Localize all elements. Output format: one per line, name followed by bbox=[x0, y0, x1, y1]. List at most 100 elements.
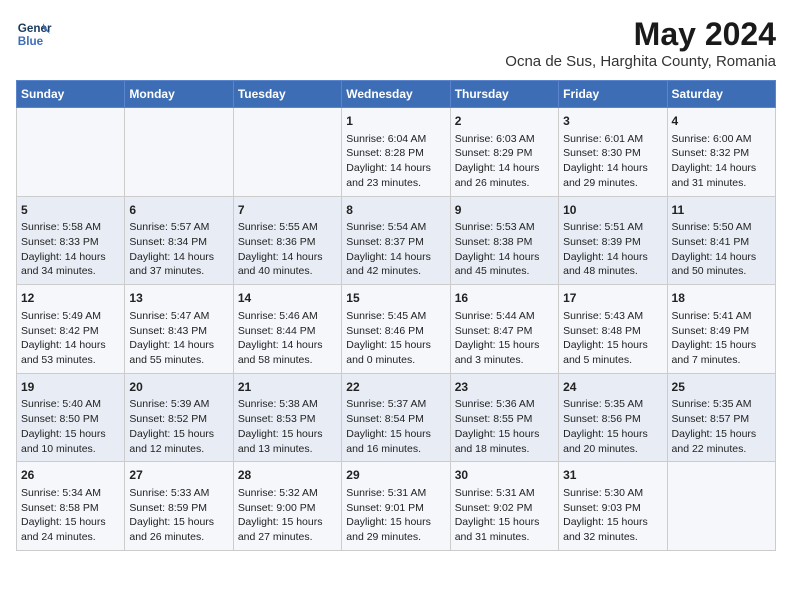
day-content: Sunrise: 5:38 AM Sunset: 8:53 PM Dayligh… bbox=[238, 397, 337, 456]
day-cell bbox=[667, 462, 775, 551]
day-content: Sunrise: 5:54 AM Sunset: 8:37 PM Dayligh… bbox=[346, 220, 445, 279]
day-number: 25 bbox=[672, 379, 771, 396]
day-cell bbox=[233, 108, 341, 197]
day-number: 20 bbox=[129, 379, 228, 396]
day-cell: 15 Sunrise: 5:45 AM Sunset: 8:46 PM Dayli… bbox=[342, 285, 450, 374]
day-cell: 14 Sunrise: 5:46 AM Sunset: 8:44 PM Dayli… bbox=[233, 285, 341, 374]
day-number: 17 bbox=[563, 290, 662, 307]
day-cell: 11Sunrise: 5:50 AM Sunset: 8:41 PM Dayli… bbox=[667, 196, 775, 285]
week-row-4: 19Sunrise: 5:40 AM Sunset: 8:50 PM Dayli… bbox=[17, 373, 776, 462]
week-row-1: 1 Sunrise: 6:04 AM Sunset: 8:28 PM Daylig… bbox=[17, 108, 776, 197]
day-content: Sunrise: 5:51 AM Sunset: 8:39 PM Dayligh… bbox=[563, 220, 662, 279]
day-number: 6 bbox=[129, 202, 228, 219]
day-number: 31 bbox=[563, 467, 662, 484]
day-cell: 20Sunrise: 5:39 AM Sunset: 8:52 PM Dayli… bbox=[125, 373, 233, 462]
day-cell: 16Sunrise: 5:44 AM Sunset: 8:47 PM Dayli… bbox=[450, 285, 558, 374]
day-number: 3 bbox=[563, 113, 662, 130]
day-number: 14 bbox=[238, 290, 337, 307]
day-number: 29 bbox=[346, 467, 445, 484]
header: General Blue May 2024 Ocna de Sus, Hargh… bbox=[16, 16, 776, 70]
day-content: Sunrise: 5:31 AM Sunset: 9:01 PM Dayligh… bbox=[346, 486, 445, 545]
day-cell: 19Sunrise: 5:40 AM Sunset: 8:50 PM Dayli… bbox=[17, 373, 125, 462]
day-number: 30 bbox=[455, 467, 554, 484]
day-number: 12 bbox=[21, 290, 120, 307]
day-cell: 21Sunrise: 5:38 AM Sunset: 8:53 PM Dayli… bbox=[233, 373, 341, 462]
day-cell: 25Sunrise: 5:35 AM Sunset: 8:57 PM Dayli… bbox=[667, 373, 775, 462]
day-cell: 30Sunrise: 5:31 AM Sunset: 9:02 PM Dayli… bbox=[450, 462, 558, 551]
day-content: Sunrise: 5:53 AM Sunset: 8:38 PM Dayligh… bbox=[455, 220, 554, 279]
day-content: Sunrise: 5:49 AM Sunset: 8:42 PM Dayligh… bbox=[21, 309, 120, 368]
day-content: Sunrise: 5:34 AM Sunset: 8:58 PM Dayligh… bbox=[21, 486, 120, 545]
day-cell: 23Sunrise: 5:36 AM Sunset: 8:55 PM Dayli… bbox=[450, 373, 558, 462]
day-number: 5 bbox=[21, 202, 120, 219]
week-row-3: 12 Sunrise: 5:49 AM Sunset: 8:42 PM Dayli… bbox=[17, 285, 776, 374]
day-content: Sunrise: 5:46 AM Sunset: 8:44 PM Dayligh… bbox=[238, 309, 337, 368]
day-cell: 2Sunrise: 6:03 AM Sunset: 8:29 PM Daylig… bbox=[450, 108, 558, 197]
day-content: Sunrise: 5:30 AM Sunset: 9:03 PM Dayligh… bbox=[563, 486, 662, 545]
day-cell: 7Sunrise: 5:55 AM Sunset: 8:36 PM Daylig… bbox=[233, 196, 341, 285]
day-cell: 12 Sunrise: 5:49 AM Sunset: 8:42 PM Dayli… bbox=[17, 285, 125, 374]
day-cell: 18Sunrise: 5:41 AM Sunset: 8:49 PM Dayli… bbox=[667, 285, 775, 374]
day-cell bbox=[17, 108, 125, 197]
day-cell: 1 Sunrise: 6:04 AM Sunset: 8:28 PM Daylig… bbox=[342, 108, 450, 197]
day-content: Sunrise: 5:41 AM Sunset: 8:49 PM Dayligh… bbox=[672, 309, 771, 368]
day-number: 26 bbox=[21, 467, 120, 484]
day-content: Sunrise: 6:00 AM Sunset: 8:32 PM Dayligh… bbox=[672, 132, 771, 191]
day-number: 27 bbox=[129, 467, 228, 484]
day-number: 7 bbox=[238, 202, 337, 219]
day-cell: 26 Sunrise: 5:34 AM Sunset: 8:58 PM Dayli… bbox=[17, 462, 125, 551]
svg-text:General: General bbox=[18, 22, 52, 35]
day-content: Sunrise: 6:03 AM Sunset: 8:29 PM Dayligh… bbox=[455, 132, 554, 191]
day-cell: 13 Sunrise: 5:47 AM Sunset: 8:43 PM Dayli… bbox=[125, 285, 233, 374]
header-row: SundayMondayTuesdayWednesdayThursdayFrid… bbox=[17, 81, 776, 108]
day-cell: 28 Sunrise: 5:32 AM Sunset: 9:00 PM Dayli… bbox=[233, 462, 341, 551]
day-header-sunday: Sunday bbox=[17, 81, 125, 108]
day-cell: 24Sunrise: 5:35 AM Sunset: 8:56 PM Dayli… bbox=[559, 373, 667, 462]
week-row-2: 5Sunrise: 5:58 AM Sunset: 8:33 PM Daylig… bbox=[17, 196, 776, 285]
day-content: Sunrise: 5:35 AM Sunset: 8:56 PM Dayligh… bbox=[563, 397, 662, 456]
day-cell: 22Sunrise: 5:37 AM Sunset: 8:54 PM Dayli… bbox=[342, 373, 450, 462]
day-cell: 29 Sunrise: 5:31 AM Sunset: 9:01 PM Dayli… bbox=[342, 462, 450, 551]
day-number: 9 bbox=[455, 202, 554, 219]
day-content: Sunrise: 5:58 AM Sunset: 8:33 PM Dayligh… bbox=[21, 220, 120, 279]
day-header-friday: Friday bbox=[559, 81, 667, 108]
title-area: May 2024 Ocna de Sus, Harghita County, R… bbox=[505, 16, 776, 70]
day-header-thursday: Thursday bbox=[450, 81, 558, 108]
day-number: 4 bbox=[672, 113, 771, 130]
day-content: Sunrise: 5:44 AM Sunset: 8:47 PM Dayligh… bbox=[455, 309, 554, 368]
day-cell: 5Sunrise: 5:58 AM Sunset: 8:33 PM Daylig… bbox=[17, 196, 125, 285]
day-content: Sunrise: 5:57 AM Sunset: 8:34 PM Dayligh… bbox=[129, 220, 228, 279]
day-number: 15 bbox=[346, 290, 445, 307]
day-number: 28 bbox=[238, 467, 337, 484]
day-header-saturday: Saturday bbox=[667, 81, 775, 108]
day-cell: 4 Sunrise: 6:00 AM Sunset: 8:32 PM Daylig… bbox=[667, 108, 775, 197]
logo: General Blue bbox=[16, 16, 52, 52]
day-header-monday: Monday bbox=[125, 81, 233, 108]
day-header-wednesday: Wednesday bbox=[342, 81, 450, 108]
day-number: 19 bbox=[21, 379, 120, 396]
day-cell: 27Sunrise: 5:33 AM Sunset: 8:59 PM Dayli… bbox=[125, 462, 233, 551]
day-cell: 31 Sunrise: 5:30 AM Sunset: 9:03 PM Dayli… bbox=[559, 462, 667, 551]
day-content: Sunrise: 5:55 AM Sunset: 8:36 PM Dayligh… bbox=[238, 220, 337, 279]
day-content: Sunrise: 5:45 AM Sunset: 8:46 PM Dayligh… bbox=[346, 309, 445, 368]
day-content: Sunrise: 5:47 AM Sunset: 8:43 PM Dayligh… bbox=[129, 309, 228, 368]
day-content: Sunrise: 6:04 AM Sunset: 8:28 PM Dayligh… bbox=[346, 132, 445, 191]
day-content: Sunrise: 5:32 AM Sunset: 9:00 PM Dayligh… bbox=[238, 486, 337, 545]
day-cell: 3Sunrise: 6:01 AM Sunset: 8:30 PM Daylig… bbox=[559, 108, 667, 197]
day-number: 13 bbox=[129, 290, 228, 307]
day-number: 1 bbox=[346, 113, 445, 130]
day-cell: 9Sunrise: 5:53 AM Sunset: 8:38 PM Daylig… bbox=[450, 196, 558, 285]
day-content: Sunrise: 5:36 AM Sunset: 8:55 PM Dayligh… bbox=[455, 397, 554, 456]
day-number: 10 bbox=[563, 202, 662, 219]
day-cell: 17 Sunrise: 5:43 AM Sunset: 8:48 PM Dayli… bbox=[559, 285, 667, 374]
week-row-5: 26 Sunrise: 5:34 AM Sunset: 8:58 PM Dayli… bbox=[17, 462, 776, 551]
day-number: 22 bbox=[346, 379, 445, 396]
day-content: Sunrise: 5:43 AM Sunset: 8:48 PM Dayligh… bbox=[563, 309, 662, 368]
svg-text:Blue: Blue bbox=[18, 35, 44, 48]
logo-icon: General Blue bbox=[16, 16, 52, 52]
day-header-tuesday: Tuesday bbox=[233, 81, 341, 108]
day-cell: 6Sunrise: 5:57 AM Sunset: 8:34 PM Daylig… bbox=[125, 196, 233, 285]
day-content: Sunrise: 5:37 AM Sunset: 8:54 PM Dayligh… bbox=[346, 397, 445, 456]
day-number: 11 bbox=[672, 202, 771, 219]
day-cell: 10Sunrise: 5:51 AM Sunset: 8:39 PM Dayli… bbox=[559, 196, 667, 285]
